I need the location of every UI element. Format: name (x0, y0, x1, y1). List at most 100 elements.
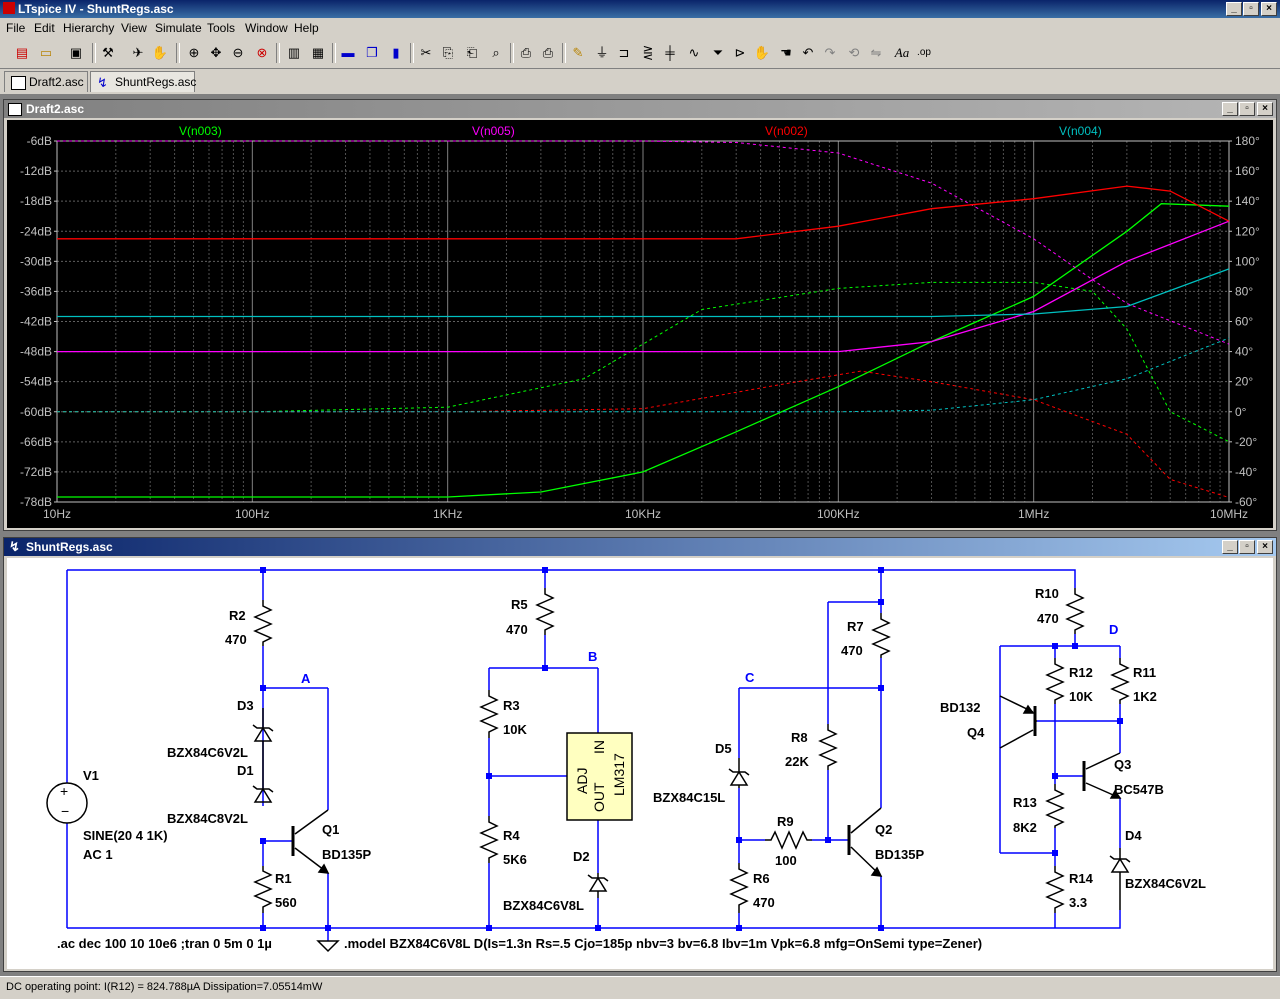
draw-wire-icon[interactable]: ✎ (568, 43, 588, 63)
label-R11[interactable]: R11 (1133, 665, 1156, 680)
component-icon[interactable]: ⊳ (730, 43, 750, 63)
ground-icon[interactable]: ⏚ (592, 43, 612, 63)
trace-label-n005[interactable]: V(n005) (472, 124, 515, 138)
label-net-icon[interactable]: ⊐ (614, 43, 634, 63)
value2-V1[interactable]: AC 1 (83, 847, 113, 862)
tile-vertical-icon[interactable]: ▮ (386, 43, 406, 63)
plot-minimize-button[interactable]: _ (1222, 102, 1238, 116)
label-R13[interactable]: R13 (1013, 795, 1037, 810)
label-R3[interactable]: R3 (503, 698, 520, 713)
value-R4[interactable]: 5K6 (503, 852, 527, 867)
menu-hierarchy[interactable]: Hierarchy (63, 21, 114, 35)
label-R2[interactable]: R2 (229, 608, 246, 623)
label-R10[interactable]: R10 (1035, 586, 1059, 601)
net-label-c[interactable]: C (745, 670, 755, 685)
paste-icon[interactable]: ⎗ (462, 43, 482, 63)
cut-icon[interactable]: ✂ (416, 43, 436, 63)
drag-icon[interactable]: ☚ (776, 43, 796, 63)
value-D3[interactable]: BZX84C6V2L (167, 745, 248, 760)
label-Q3[interactable]: Q3 (1114, 757, 1131, 772)
value-R8[interactable]: 22K (785, 754, 809, 769)
trace-label-n002[interactable]: V(n002) (765, 124, 808, 138)
print-icon[interactable]: ⎙ (538, 43, 558, 63)
bode-plot[interactable]: -6dB 180° -12dB 160° -18dB 140° -24dB 120° -30dB… (7, 120, 1273, 528)
menu-view[interactable]: View (121, 21, 147, 35)
value-Q3[interactable]: BC547B (1114, 782, 1164, 797)
save-icon[interactable]: ▣ (66, 43, 86, 63)
menu-file[interactable]: File (6, 21, 25, 35)
run-icon[interactable]: ✈ (128, 43, 148, 63)
pan-icon[interactable]: ✥ (206, 43, 226, 63)
undo-icon[interactable]: ↶ (798, 43, 818, 63)
print-preview-icon[interactable]: ⎙ (516, 43, 536, 63)
plot-maximize-button[interactable]: ▫ (1239, 102, 1255, 116)
label-R6[interactable]: R6 (753, 871, 770, 886)
resistor-icon[interactable]: ⋛ (638, 43, 658, 63)
redo-icon[interactable]: ↷ (820, 43, 840, 63)
diode-icon[interactable]: ⏷ (708, 43, 728, 63)
value-R14[interactable]: 3.3 (1069, 895, 1087, 910)
label-Q1[interactable]: Q1 (322, 822, 339, 837)
label-R8[interactable]: R8 (791, 730, 808, 745)
label-Q4[interactable]: Q4 (967, 725, 985, 740)
text-icon[interactable]: Aa (892, 43, 912, 63)
label-R7[interactable]: R7 (847, 619, 864, 634)
find-icon[interactable]: ⌕ (486, 43, 506, 63)
value-Q4[interactable]: BD132 (940, 700, 980, 715)
value-R6[interactable]: 470 (753, 895, 775, 910)
value-R10[interactable]: 470 (1037, 611, 1059, 626)
minimize-button[interactable]: _ (1226, 2, 1242, 16)
label-R14[interactable]: R14 (1069, 871, 1094, 886)
tab-draft2[interactable]: Draft2.asc (4, 71, 88, 92)
label-D3[interactable]: D3 (237, 698, 254, 713)
inductor-icon[interactable]: ∿ (684, 43, 704, 63)
trace-label-n004[interactable]: V(n004) (1059, 124, 1102, 138)
close-button[interactable]: × (1261, 2, 1277, 16)
net-label-d[interactable]: D (1109, 622, 1118, 637)
menu-help[interactable]: Help (294, 21, 319, 35)
value-R12[interactable]: 10K (1069, 689, 1093, 704)
label-R12[interactable]: R12 (1069, 665, 1093, 680)
move-icon[interactable]: ✋ (752, 43, 772, 63)
spice-directive-icon[interactable]: .op (914, 43, 934, 63)
label-Q2[interactable]: Q2 (875, 822, 892, 837)
label-R4[interactable]: R4 (503, 828, 520, 843)
value-R1[interactable]: 560 (275, 895, 297, 910)
value-R7[interactable]: 470 (841, 643, 863, 658)
menu-window[interactable]: Window (245, 21, 288, 35)
value-R2[interactable]: 470 (225, 632, 247, 647)
tab-shuntregs[interactable]: ↯ ShuntRegs.asc (90, 71, 196, 92)
label-D1[interactable]: D1 (237, 763, 254, 778)
ac-directive[interactable]: .ac dec 100 10 10e6 ;tran 0 5m 0 1µ (57, 936, 272, 951)
copy-icon[interactable]: ⎘ (438, 43, 458, 63)
label-R1[interactable]: R1 (275, 871, 292, 886)
value-D4[interactable]: BZX84C6V2L (1125, 876, 1206, 891)
maximize-button[interactable]: ▫ (1243, 2, 1259, 16)
value-R13[interactable]: 8K2 (1013, 820, 1037, 835)
schematic-close-button[interactable]: × (1257, 540, 1273, 554)
value-D2[interactable]: BZX84C6V8L (503, 898, 584, 913)
menu-edit[interactable]: Edit (34, 21, 55, 35)
label-D2[interactable]: D2 (573, 849, 590, 864)
control-panel-icon[interactable]: ⚒ (98, 43, 118, 63)
schematic-minimize-button[interactable]: _ (1222, 540, 1238, 554)
schematic-canvas[interactable]: + − ADJ OUT IN LM317 R2 470 D3 BZX84C6V2… (7, 558, 1273, 969)
zoom-full-icon[interactable]: ⊗ (252, 43, 272, 63)
net-label-a[interactable]: A (301, 671, 311, 686)
menu-simulate[interactable]: Simulate (155, 21, 202, 35)
trace-label-n003[interactable]: V(n003) (179, 124, 222, 138)
label-R5[interactable]: R5 (511, 597, 528, 612)
new-schematic-icon[interactable]: ▤ (12, 43, 32, 63)
value-Q2[interactable]: BD135P (875, 847, 924, 862)
value-R5[interactable]: 470 (506, 622, 528, 637)
value-Q1[interactable]: BD135P (322, 847, 371, 862)
label-V1[interactable]: V1 (83, 768, 99, 783)
model-directive[interactable]: .model BZX84C6V8L D(Is=1.3n Rs=.5 Cjo=18… (344, 936, 982, 951)
mirror-icon[interactable]: ⇋ (866, 43, 886, 63)
value-R9[interactable]: 100 (775, 853, 797, 868)
capacitor-icon[interactable]: ╪ (660, 43, 680, 63)
value-V1[interactable]: SINE(20 4 1K) (83, 828, 168, 843)
value-D5[interactable]: BZX84C15L (653, 790, 725, 805)
value-D1[interactable]: BZX84C8V2L (167, 811, 248, 826)
label-D5[interactable]: D5 (715, 741, 732, 756)
